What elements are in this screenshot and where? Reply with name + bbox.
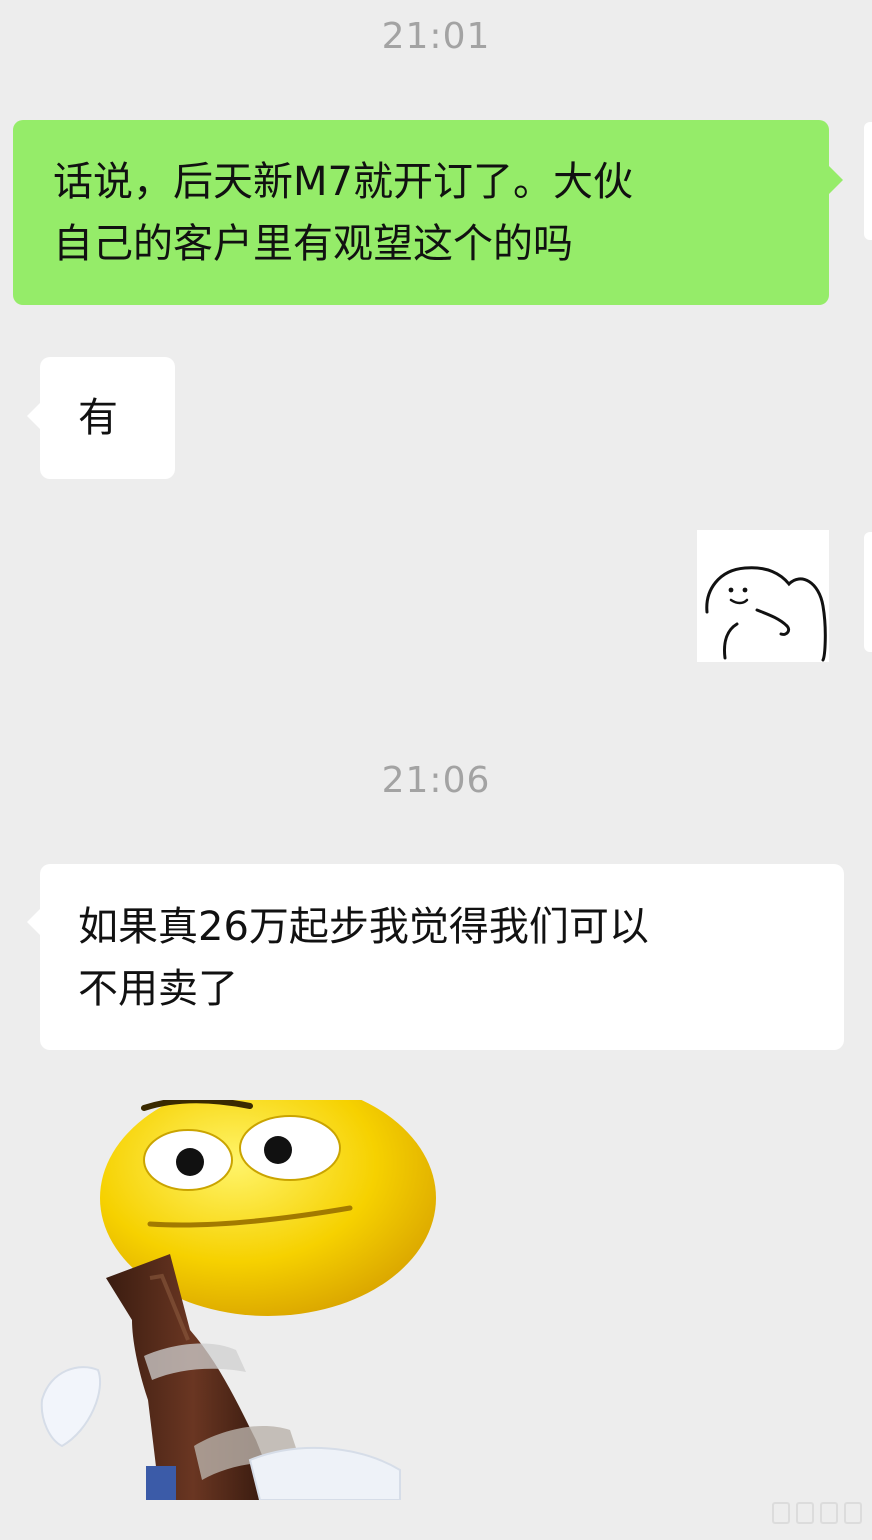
smiling-doodle-sticker[interactable] xyxy=(697,530,829,662)
message-line: 不用卖了 xyxy=(78,966,238,1012)
avatar[interactable] xyxy=(864,532,872,652)
watermark xyxy=(772,1502,862,1524)
timestamp: 21:01 xyxy=(381,16,491,57)
bubble-tail xyxy=(27,908,41,936)
bubble-tail xyxy=(27,402,41,430)
outgoing-message-bubble[interactable]: 话说，后天新M7就开订了。大伙 自己的客户里有观望这个的吗 xyxy=(13,120,829,305)
incoming-message-bubble[interactable]: 有 xyxy=(40,357,175,479)
message-line: 有 xyxy=(78,395,118,441)
message-line: 如果真26万起步我觉得我们可以 xyxy=(78,904,649,950)
incoming-message-bubble[interactable]: 如果真26万起步我觉得我们可以 不用卖了 xyxy=(40,864,844,1050)
avatar[interactable] xyxy=(864,122,872,240)
timestamp: 21:06 xyxy=(381,760,491,801)
bubble-tail xyxy=(829,166,843,194)
message-line: 话说，后天新M7就开订了。大伙 xyxy=(53,159,633,205)
message-line: 自己的客户里有观望这个的吗 xyxy=(53,221,573,267)
yellow-emoji-with-bottle-sticker[interactable] xyxy=(40,1080,440,1501)
